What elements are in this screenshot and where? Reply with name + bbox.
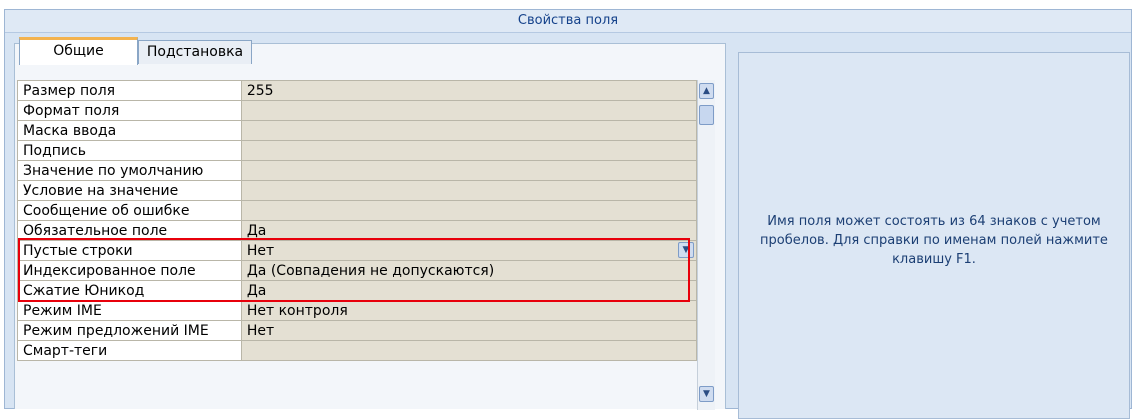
table-row[interactable]: Сжатие Юникод Да — [17, 280, 698, 301]
property-name: Значение по умолчанию — [17, 160, 242, 181]
property-value[interactable]: Да (Совпадения не допускаются) — [240, 260, 698, 281]
table-row[interactable]: Смарт-теги — [17, 340, 698, 361]
table-row[interactable]: Условие на значение — [17, 180, 698, 201]
property-value[interactable]: Нет ▼ — [240, 240, 698, 261]
property-name: Режим предложений IME — [17, 320, 242, 341]
table-row[interactable]: Индексированное поле Да (Совпадения не до… — [17, 260, 698, 281]
property-name: Маска ввода — [17, 120, 242, 141]
property-value[interactable] — [240, 200, 698, 221]
property-name: Подпись — [17, 140, 242, 161]
table-row[interactable]: Размер поля 255 — [17, 80, 698, 101]
property-name: Пустые строки — [17, 240, 242, 261]
table-row[interactable]: Подпись — [17, 140, 698, 161]
property-value[interactable] — [240, 120, 698, 141]
property-name: Обязательное поле — [17, 220, 242, 241]
property-name: Индексированное поле — [17, 260, 242, 281]
table-row[interactable]: Сообщение об ошибке — [17, 200, 698, 221]
property-value[interactable] — [240, 140, 698, 161]
table-row[interactable]: Формат поля — [17, 100, 698, 121]
property-name: Условие на значение — [17, 180, 242, 201]
property-value-text: Нет — [246, 242, 275, 259]
property-name: Режим IME — [17, 300, 242, 321]
property-value[interactable]: Да — [240, 220, 698, 241]
arrow-down-icon: ▼ — [703, 389, 710, 399]
property-value[interactable]: Нет контроля — [240, 300, 698, 321]
top-strip — [0, 0, 1146, 8]
property-value[interactable]: Да — [240, 280, 698, 301]
table-row[interactable]: Маска ввода — [17, 120, 698, 141]
property-name: Смарт-теги — [17, 340, 242, 361]
table-row[interactable]: Режим IME Нет контроля — [17, 300, 698, 321]
property-value[interactable]: Нет — [240, 320, 698, 341]
property-name: Размер поля — [17, 80, 242, 101]
property-value[interactable] — [240, 100, 698, 121]
scroll-thumb[interactable] — [699, 105, 714, 125]
vertical-scrollbar[interactable]: ▲ ▼ — [697, 80, 715, 410]
properties-grid: Размер поля 255 Формат поля Маска ввода П… — [17, 80, 698, 361]
table-row[interactable]: Значение по умолчанию — [17, 160, 698, 181]
property-value[interactable] — [240, 340, 698, 361]
help-text: Имя поля может состоять из 64 знаков с у… — [760, 214, 1108, 267]
help-box: Имя поля может состоять из 64 знаков с у… — [738, 52, 1130, 419]
tab-general[interactable]: Общие — [19, 37, 138, 65]
scroll-down-button[interactable]: ▼ — [699, 386, 714, 402]
scroll-up-button[interactable]: ▲ — [699, 83, 714, 99]
property-name: Сжатие Юникод — [17, 280, 242, 301]
property-value[interactable] — [240, 180, 698, 201]
table-row[interactable]: Обязательное поле Да — [17, 220, 698, 241]
panel-title: Свойства поля — [5, 10, 1131, 33]
property-name: Формат поля — [17, 100, 242, 121]
chevron-down-icon: ▼ — [682, 245, 690, 255]
tab-lookup[interactable]: Подстановка — [138, 40, 252, 64]
table-row[interactable]: Пустые строки Нет ▼ — [17, 240, 698, 261]
property-value[interactable]: 255 — [240, 80, 698, 101]
dropdown-button[interactable]: ▼ — [678, 242, 694, 258]
table-row[interactable]: Режим предложений IME Нет — [17, 320, 698, 341]
arrow-up-icon: ▲ — [703, 86, 710, 96]
property-value[interactable] — [240, 160, 698, 181]
property-name: Сообщение об ошибке — [17, 200, 242, 221]
